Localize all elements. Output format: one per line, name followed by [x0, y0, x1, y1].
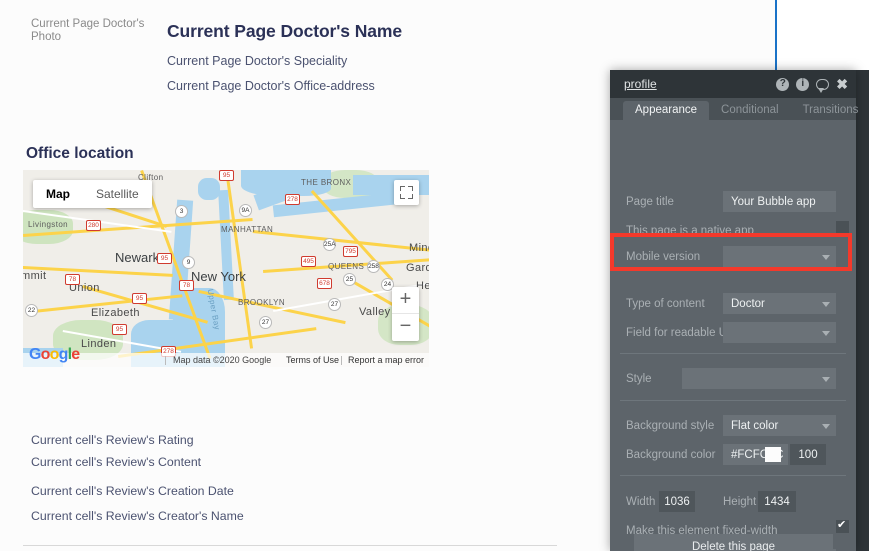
office-location-heading: Office location: [26, 145, 134, 162]
chevron-down-icon: [822, 376, 830, 382]
close-icon[interactable]: ✖: [836, 77, 848, 91]
panel-tabs[interactable]: Appearance Conditional Transitions: [610, 98, 858, 120]
tab-conditional[interactable]: Conditional: [709, 101, 791, 120]
fixed-width-checkbox[interactable]: [836, 518, 849, 533]
width-label: Width: [626, 496, 656, 508]
height-label: Height: [723, 496, 757, 508]
chevron-down-icon: [822, 330, 830, 336]
zoom-out-button[interactable]: −: [392, 314, 419, 341]
panel-body: Page title Your Bubble app This page is …: [610, 120, 856, 551]
info-icon[interactable]: i: [796, 77, 810, 91]
page-title-input[interactable]: Your Bubble app: [723, 191, 836, 212]
google-logo: Google: [29, 346, 80, 363]
map-terms-link[interactable]: Terms of Use: [286, 355, 339, 365]
editor-right-gutter: [856, 70, 869, 551]
doctor-name-text[interactable]: Current Page Doctor's Name: [167, 21, 402, 42]
zoom-in-button[interactable]: +: [392, 287, 419, 314]
doctor-photo-placeholder[interactable]: Current Page Doctor's Photo: [31, 18, 151, 48]
map-type-control[interactable]: Map Satellite: [33, 180, 152, 208]
review-rating-text[interactable]: Current cell's Review's Rating: [31, 433, 194, 447]
map-type-satellite-button[interactable]: Satellite: [83, 180, 152, 208]
background-color-label: Background color: [626, 449, 716, 461]
office-location-map[interactable]: Clifton THE BRONX Livingston MANHATTAN N…: [23, 170, 429, 367]
chevron-down-icon: [822, 254, 830, 260]
background-opacity-input[interactable]: 100: [790, 444, 826, 465]
style-dropdown[interactable]: [682, 368, 836, 389]
map-type-map-button[interactable]: Map: [33, 180, 83, 208]
native-app-label: This page is a native app: [626, 225, 754, 237]
height-input[interactable]: 1434: [758, 491, 796, 512]
background-style-dropdown[interactable]: Flat color: [723, 415, 836, 436]
panel-title[interactable]: profile: [624, 77, 776, 91]
map-data-text: Map data ©2020 Google: [173, 355, 272, 365]
mobile-version-label: Mobile version: [626, 251, 701, 263]
map-attribution-bar: Map data ©2020 Google Terms of Use Repor…: [23, 353, 429, 367]
chevron-down-icon: [822, 423, 830, 429]
native-app-checkbox[interactable]: [836, 221, 849, 234]
style-label: Style: [626, 373, 652, 385]
map-report-error-link[interactable]: Report a map error: [348, 355, 424, 365]
map-zoom-control[interactable]: + −: [392, 287, 419, 341]
tab-appearance[interactable]: Appearance: [623, 101, 710, 120]
panel-separator-2: [620, 400, 846, 401]
content-divider: [23, 545, 557, 546]
doctor-address-text[interactable]: Current Page Doctor's Office-address: [167, 79, 375, 93]
panel-separator-1: [620, 353, 846, 354]
readable-url-dropdown[interactable]: [723, 322, 836, 343]
property-editor-panel[interactable]: profile ? i ✖ Appearance Conditional Tra…: [610, 70, 858, 551]
doctor-speciality-text[interactable]: Current Page Doctor's Speciality: [167, 54, 347, 68]
review-creation-date-text[interactable]: Current cell's Review's Creation Date: [31, 484, 234, 498]
help-icon[interactable]: ?: [776, 77, 790, 91]
type-of-content-label: Type of content: [626, 298, 705, 310]
mobile-version-dropdown[interactable]: [723, 246, 836, 267]
review-creator-name-text[interactable]: Current cell's Review's Creator's Name: [31, 509, 244, 523]
panel-header: profile ? i ✖: [610, 70, 856, 98]
delete-page-button[interactable]: Delete this page: [634, 534, 833, 551]
fullscreen-icon[interactable]: [394, 180, 419, 205]
comment-icon[interactable]: [816, 78, 830, 93]
tab-transitions[interactable]: Transitions: [791, 101, 869, 120]
background-color-swatch[interactable]: [765, 447, 781, 462]
width-input[interactable]: 1036: [659, 491, 695, 512]
panel-separator-3: [620, 475, 846, 476]
type-of-content-dropdown[interactable]: Doctor: [723, 293, 836, 314]
background-style-label: Background style: [626, 420, 715, 432]
chevron-down-icon: [822, 301, 830, 307]
page-title-label: Page title: [626, 196, 674, 208]
review-content-text[interactable]: Current cell's Review's Content: [31, 455, 201, 469]
